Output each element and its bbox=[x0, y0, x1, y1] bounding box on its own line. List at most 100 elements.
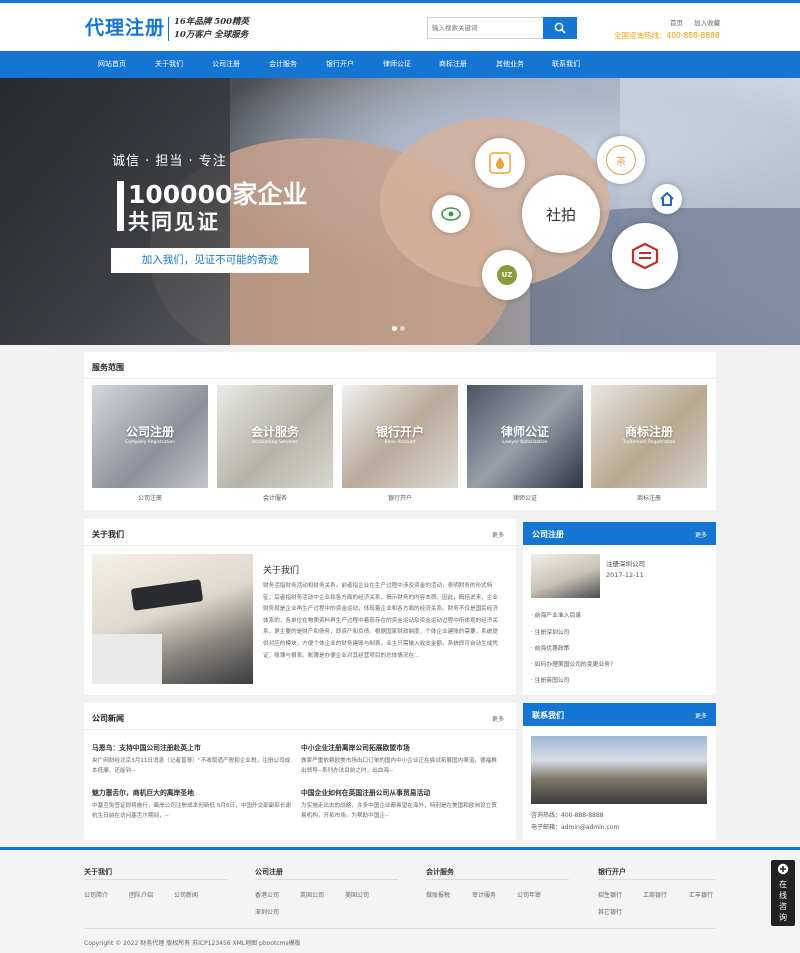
list-item[interactable]: · 注册深圳公司 bbox=[531, 627, 569, 636]
news-item-title[interactable]: 马恩乌：支持中国公司注册赴英上市 bbox=[92, 742, 292, 752]
slogan: 16年品牌 500精英 10万客户 全球服务 bbox=[174, 16, 249, 42]
nav-about[interactable]: 关于我们 bbox=[141, 51, 197, 78]
service-card-lawyer[interactable]: 律师公证 Lawyer Notarization bbox=[467, 385, 583, 488]
footer-col-head[interactable]: 会计服务 bbox=[426, 867, 454, 877]
contact-title: 联系我们 bbox=[532, 711, 564, 720]
news-title: 公司新闻 bbox=[92, 714, 124, 723]
footer-col-head[interactable]: 银行开户 bbox=[598, 867, 626, 877]
company-reg-thumbnail[interactable] bbox=[531, 554, 600, 598]
footer-link[interactable]: 公司简介 bbox=[84, 890, 108, 899]
contact-more-link[interactable]: 更多 bbox=[695, 711, 707, 720]
nav-bank-account[interactable]: 银行开户 bbox=[312, 51, 368, 78]
service-name: 银行开户 bbox=[375, 425, 424, 439]
site-header: 代理注册 16年品牌 500精英 10万客户 全球服务 首页 加入收藏 全国咨询… bbox=[0, 3, 800, 51]
news-panel: 公司新闻 更多 马恩乌：支持中国公司注册赴英上市 央广网财经北京3月11日消息（… bbox=[84, 703, 516, 840]
list-item[interactable]: · 前海产业准入目录 bbox=[531, 610, 581, 619]
online-consult-button[interactable]: 在线咨询 bbox=[771, 860, 795, 926]
footer-col-head[interactable]: 公司注册 bbox=[255, 867, 283, 877]
search-input[interactable] bbox=[428, 18, 543, 38]
banner-tagline: 诚信 · 担当 · 专注 bbox=[112, 154, 227, 169]
news-item[interactable]: 中小企业注册离岸公司拓展欧盟市场 做家严重依赖欧美市场出口订单的国内中小企业正在… bbox=[301, 742, 501, 776]
footer-link[interactable]: 美国公司 bbox=[345, 890, 369, 899]
company-reg-panel: 公司注册 更多 注册深圳公司 2017-12-11 bbox=[523, 522, 716, 695]
service-card-trademark[interactable]: 商标注册 Trademark Registration bbox=[591, 385, 707, 488]
nav-accounting[interactable]: 会计服务 bbox=[255, 51, 311, 78]
contact-image bbox=[531, 736, 707, 804]
nav-home[interactable]: 网站首页 bbox=[84, 51, 140, 78]
carousel-dots bbox=[392, 325, 408, 333]
news-item[interactable]: 中国企业如何在英国注册公司从事贸易活动 为实施走出去的战略，许多中国企业都希望在… bbox=[301, 787, 501, 821]
footer-link[interactable]: 英国公司 bbox=[300, 890, 324, 899]
banner-join-button[interactable]: 加入我们，见证不可能的奇迹 bbox=[111, 248, 309, 273]
leaf-icon bbox=[441, 207, 461, 221]
drop-icon-circle bbox=[475, 138, 525, 188]
news-divider bbox=[84, 729, 516, 730]
site-footer: 关于我们 公司简介 团队介绍 公司新闻 公司注册 香港公司 英国公司 美国公司 … bbox=[0, 850, 800, 953]
service-en-name: Trademark Registration bbox=[622, 440, 676, 445]
service-caption[interactable]: 商标注册 bbox=[591, 493, 707, 502]
footer-divider bbox=[255, 879, 398, 880]
footer-link[interactable]: 公司新闻 bbox=[174, 890, 198, 899]
site-logo[interactable]: 代理注册 bbox=[85, 13, 165, 40]
nav-other[interactable]: 其他业务 bbox=[482, 51, 538, 78]
search-button[interactable] bbox=[543, 17, 577, 39]
footer-col-head[interactable]: 关于我们 bbox=[84, 867, 112, 877]
company-reg-header: 公司注册 更多 bbox=[523, 522, 716, 545]
about-more-link[interactable]: 更多 bbox=[492, 530, 504, 539]
news-more-link[interactable]: 更多 bbox=[492, 714, 504, 723]
footer-link[interactable]: 团队介绍 bbox=[129, 890, 153, 899]
social-icon-circle: 社拍 bbox=[522, 175, 600, 253]
service-caption[interactable]: 会计服务 bbox=[217, 493, 333, 502]
footer-link[interactable]: 公司年审 bbox=[517, 890, 541, 899]
footer-link[interactable]: 其它银行 bbox=[598, 907, 622, 916]
service-caption[interactable]: 公司注册 bbox=[92, 493, 208, 502]
news-item-title[interactable]: 中国企业如何在英国注册公司从事贸易活动 bbox=[301, 787, 501, 797]
leaf-icon-circle bbox=[432, 195, 470, 233]
about-text: 财务活指财务活动和财务关系。前者指企业在生产过程中涉及资金的活动，表明财务的形式… bbox=[263, 583, 498, 659]
carousel-dot[interactable] bbox=[400, 326, 405, 331]
footer-link[interactable]: 审计服务 bbox=[472, 890, 496, 899]
service-card-bank[interactable]: 银行开户 Bank Account bbox=[342, 385, 458, 488]
service-card-company[interactable]: 公司注册 Company Registration bbox=[92, 385, 208, 488]
search-icon bbox=[554, 22, 566, 34]
company-reg-more-link[interactable]: 更多 bbox=[695, 530, 707, 539]
footer-link[interactable]: 工商银行 bbox=[643, 890, 667, 899]
company-reg-title: 公司注册 bbox=[532, 530, 564, 539]
hotline: 全国咨询热线：400-888-8888 bbox=[614, 31, 720, 40]
footer-link[interactable]: 做账报税 bbox=[426, 890, 450, 899]
nav-company-registration[interactable]: 公司注册 bbox=[198, 51, 254, 78]
tea-icon: 茶 bbox=[606, 145, 636, 175]
tea-icon-circle: 茶 bbox=[597, 136, 645, 184]
news-item-title[interactable]: 魅力塞舌尔，商机巨大的离岸圣地 bbox=[92, 787, 292, 797]
footer-link[interactable]: 招生银行 bbox=[598, 890, 622, 899]
list-item[interactable]: · 如何办理美国公司的变更业务？ bbox=[531, 659, 616, 668]
nav-lawyer[interactable]: 律师公证 bbox=[369, 51, 425, 78]
phone-icon bbox=[130, 579, 204, 611]
news-item-desc: 为实施走出去的战略，许多中国企业都希望在海外，特别是在美国和欧洲设立贸易机构，开… bbox=[301, 803, 497, 819]
footer-link[interactable]: 香港公司 bbox=[255, 890, 279, 899]
contact-header: 联系我们 更多 bbox=[523, 703, 716, 726]
hero-banner[interactable]: 诚信 · 担当 · 专注 100000家企业 共同见证 加入我们，见证不可能的奇… bbox=[0, 78, 800, 345]
footer-divider bbox=[426, 879, 569, 880]
footer-link[interactable]: 汇丰银行 bbox=[689, 890, 713, 899]
company-reg-featured-title[interactable]: 注册深圳公司 bbox=[606, 558, 645, 568]
nav-contact[interactable]: 联系我们 bbox=[538, 51, 594, 78]
carousel-dot[interactable] bbox=[392, 326, 397, 331]
services-title: 服务范围 bbox=[92, 363, 124, 372]
footer-link[interactable]: 深圳公司 bbox=[255, 907, 279, 916]
service-caption[interactable]: 律师公证 bbox=[467, 493, 583, 502]
nav-trademark[interactable]: 商标注册 bbox=[425, 51, 481, 78]
home-link[interactable]: 首页 bbox=[670, 19, 683, 27]
news-item-title[interactable]: 中小企业注册离岸公司拓展欧盟市场 bbox=[301, 742, 501, 752]
service-name: 公司注册 bbox=[125, 425, 174, 439]
news-item[interactable]: 魅力塞舌尔，商机巨大的离岸圣地 中塞互免签证即将施行，离岸公司注册成本创新低 5… bbox=[92, 787, 292, 821]
news-item[interactable]: 马恩乌：支持中国公司注册赴英上市 央广网财经北京3月11日消息（记者曾琴）“不收… bbox=[92, 742, 292, 776]
list-item[interactable]: · 注册英国公司 bbox=[531, 675, 569, 684]
contact-phone: 咨询热线：400-888-8888 bbox=[531, 812, 604, 819]
news-item-desc: 央广网财经北京3月11日消息（记者曾琴）“不收取遗产税和企业税，注册公司成本低廉… bbox=[92, 758, 291, 774]
list-item[interactable]: · 前海优惠政策 bbox=[531, 643, 569, 652]
add-favorite-link[interactable]: 加入收藏 bbox=[694, 19, 720, 27]
home-icon-circle bbox=[652, 184, 682, 214]
service-caption[interactable]: 银行开户 bbox=[342, 493, 458, 502]
service-card-accounting[interactable]: 会计服务 Accounting Services bbox=[217, 385, 333, 488]
